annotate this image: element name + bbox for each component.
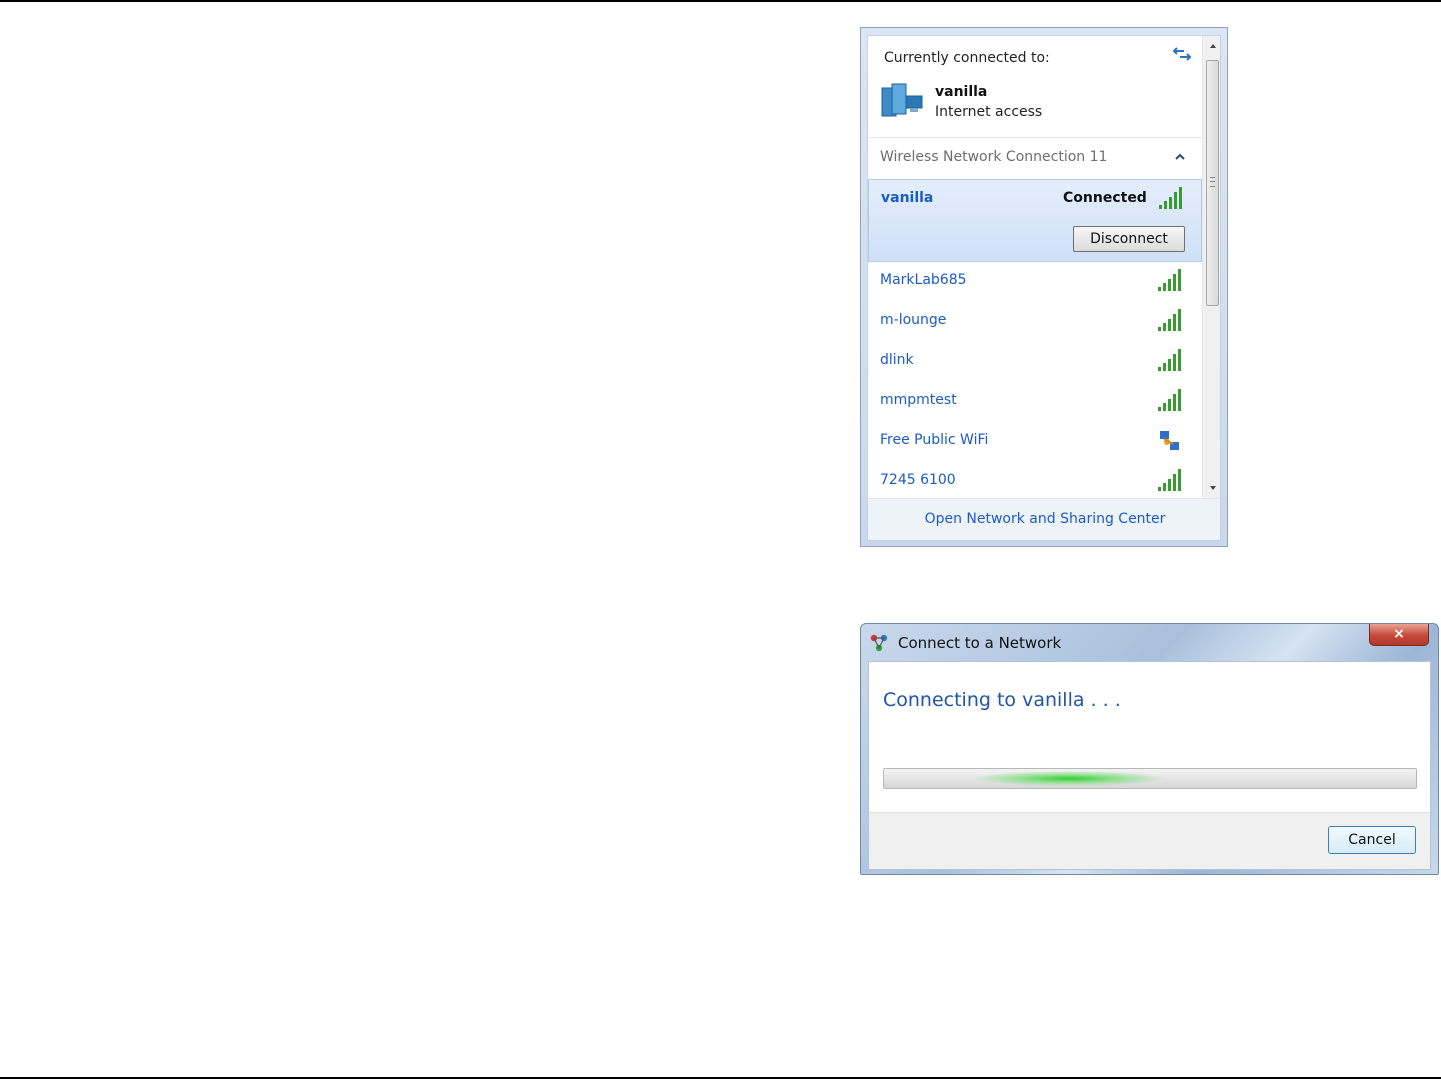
- signal-bars-icon: [1158, 349, 1181, 371]
- network-name: m-lounge: [880, 312, 947, 328]
- network-computer-icon: [881, 83, 923, 117]
- network-row[interactable]: mmpmtest: [868, 382, 1202, 422]
- current-network-name: vanilla: [935, 84, 988, 100]
- current-network-status: Internet access: [935, 104, 1043, 120]
- dialog-footer: Cancel: [869, 812, 1430, 869]
- scrollbar-grip: [1210, 177, 1215, 187]
- currently-connected-label: Currently connected to:: [884, 50, 1050, 66]
- signal-bars-icon: [1158, 269, 1181, 291]
- network-name: dlink: [880, 352, 914, 368]
- network-name: mmpmtest: [880, 392, 957, 408]
- ad-hoc-network-icon: [1160, 431, 1179, 450]
- disconnect-button[interactable]: Disconnect: [1073, 226, 1185, 252]
- flyout-panel: Currently connected to: vanilla Internet…: [867, 35, 1221, 541]
- scrollbar[interactable]: [1202, 36, 1220, 498]
- close-button[interactable]: ×: [1369, 624, 1429, 646]
- signal-bars-icon: [1159, 187, 1182, 209]
- adapter-label: Wireless Network Connection 11: [880, 149, 1108, 165]
- network-name: 7245 6100: [880, 472, 956, 488]
- network-name: MarkLab685: [880, 272, 967, 288]
- selected-network-status: Connected: [1063, 190, 1147, 206]
- network-row[interactable]: Free Public WiFi: [868, 422, 1202, 462]
- dialog-title: Connect to a Network: [898, 634, 1062, 652]
- network-name: Free Public WiFi: [880, 432, 989, 448]
- network-row[interactable]: dlink: [868, 342, 1202, 382]
- scrollbar-thumb[interactable]: [1206, 60, 1219, 306]
- network-row[interactable]: 7245 6100: [868, 462, 1202, 498]
- refresh-icon[interactable]: [1172, 44, 1192, 64]
- signal-bars-icon: [1158, 309, 1181, 331]
- network-list-area: Currently connected to: vanilla Internet…: [868, 36, 1202, 498]
- flyout-footer: Open Network and Sharing Center: [868, 498, 1220, 540]
- scroll-up-icon[interactable]: [1207, 40, 1219, 52]
- selected-network-name: vanilla: [881, 190, 934, 206]
- selected-network-row[interactable]: vanilla Connected Disconnect: [868, 179, 1202, 262]
- cancel-button[interactable]: Cancel: [1328, 826, 1416, 854]
- connecting-message: Connecting to vanilla . . .: [883, 689, 1121, 711]
- open-network-sharing-center-link[interactable]: Open Network and Sharing Center: [868, 511, 1220, 527]
- progress-glow: [974, 771, 1164, 786]
- bottom-rule: [0, 1077, 1441, 1079]
- connect-dialog: Connect to a Network × Connecting to van…: [860, 623, 1439, 875]
- top-rule: [0, 0, 1441, 2]
- network-row[interactable]: m-lounge: [868, 302, 1202, 342]
- network-flyout: Currently connected to: vanilla Internet…: [860, 27, 1228, 547]
- network-row[interactable]: MarkLab685: [868, 262, 1202, 302]
- separator: [868, 137, 1202, 138]
- signal-bars-icon: [1158, 389, 1181, 411]
- scroll-down-icon[interactable]: [1207, 482, 1219, 494]
- signal-bars-icon: [1158, 469, 1181, 491]
- network-dialog-icon: [870, 634, 888, 652]
- dialog-content: Connecting to vanilla . . . Cancel: [868, 661, 1431, 870]
- progress-bar: [883, 768, 1417, 789]
- collapse-up-icon[interactable]: [1173, 150, 1187, 164]
